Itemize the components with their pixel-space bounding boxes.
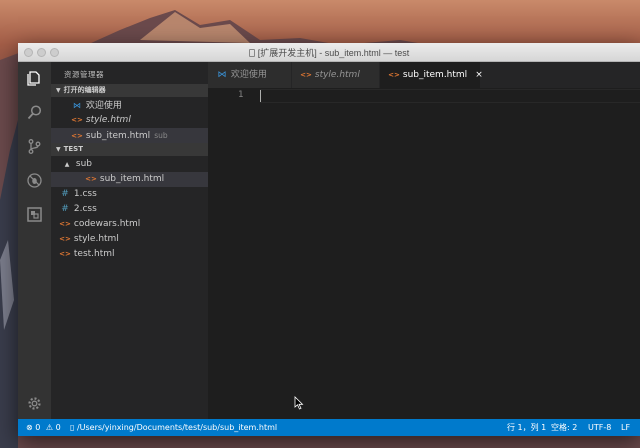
search-icon[interactable] (26, 104, 43, 121)
document-icon (248, 49, 255, 57)
html-icon: <> (85, 175, 97, 183)
open-editors-header[interactable]: ▼ 打开的编辑器 (51, 84, 208, 97)
tree-item-file[interactable]: # 1.css (51, 187, 208, 202)
window-title-text: [扩展开发主机] - sub_item.html — test (257, 48, 410, 58)
css-icon: # (61, 204, 69, 214)
tree-item-file[interactable]: <> test.html (51, 247, 208, 262)
open-editor-folder-hint: sub (154, 131, 168, 140)
tab-sub-item-html[interactable]: <> sub_item.html × (380, 62, 483, 88)
text-cursor (260, 90, 261, 102)
indentation-setting[interactable]: 空格: 2 (551, 419, 577, 436)
explorer-title: 资源管理器 (64, 70, 104, 79)
error-icon: ⊗ (26, 423, 33, 432)
tree-item-file[interactable]: <> codewars.html (51, 217, 208, 232)
tree-item-folder[interactable]: ▲ sub (51, 157, 208, 172)
tree-item-file[interactable]: # 2.css (51, 202, 208, 217)
css-icon: # (61, 189, 69, 199)
chevron-down-icon: ▼ (56, 87, 61, 94)
open-editor-item[interactable]: <> sub_item.html sub (51, 128, 208, 143)
warning-icon: ⚠ (45, 423, 54, 432)
open-editor-item[interactable]: ⋈ 欢迎使用 (51, 98, 208, 113)
code-editor[interactable]: 1 (208, 88, 640, 419)
title-bar: [扩展开发主机] - sub_item.html — test (18, 43, 640, 62)
vscode-icon: ⋈ (73, 101, 81, 110)
line-ending-setting[interactable]: LF (621, 419, 630, 436)
status-bar: ⊗ 0 ⚠ 0 ▯ /Users/yinxing/Documents/test/… (18, 419, 640, 436)
debug-icon[interactable] (26, 172, 43, 189)
html-icon: <> (71, 132, 83, 140)
html-icon: <> (71, 116, 83, 124)
files-icon[interactable] (26, 70, 43, 87)
tab-style-html[interactable]: <> style.html (292, 62, 379, 88)
html-icon: <> (59, 220, 71, 228)
problems-indicator[interactable]: ⊗ 0 ⚠ 0 (26, 419, 61, 436)
window-title: [扩展开发主机] - sub_item.html — test (18, 46, 640, 59)
current-line-highlight (260, 89, 640, 103)
close-tab-icon[interactable]: × (475, 62, 483, 88)
cursor-position[interactable]: 行 1，列 1 (507, 419, 546, 436)
file-path-indicator[interactable]: ▯ /Users/yinxing/Documents/test/sub/sub_… (70, 419, 277, 436)
source-control-icon[interactable] (26, 138, 43, 155)
document-icon: ▯ (70, 423, 75, 432)
open-editor-item[interactable]: <> style.html (51, 113, 208, 128)
extensions-icon[interactable] (26, 206, 43, 223)
explorer-sidebar: 资源管理器 ▼ 打开的编辑器 ⋈ 欢迎使用 <> style.html <> su… (51, 62, 208, 419)
activity-bar (18, 62, 51, 419)
folder-open-icon: ▲ (64, 161, 70, 168)
line-number: 1 (238, 90, 244, 100)
html-icon: <> (388, 71, 400, 79)
html-icon: <> (300, 71, 312, 79)
tree-item-file[interactable]: <> sub_item.html (51, 172, 208, 187)
mouse-pointer-icon (294, 396, 304, 410)
chevron-down-icon: ▼ (56, 146, 61, 153)
html-icon: <> (59, 250, 71, 258)
editor-tab-bar: ⋈ 欢迎使用 <> style.html <> sub_item.html × (208, 62, 640, 88)
encoding-setting[interactable]: UTF-8 (588, 419, 611, 436)
tree-item-file[interactable]: <> style.html (51, 232, 208, 247)
html-icon: <> (59, 235, 71, 243)
folder-header-test[interactable]: ▼ TEST (51, 143, 208, 156)
tab-welcome[interactable]: ⋈ 欢迎使用 (208, 62, 291, 88)
vscode-window: [扩展开发主机] - sub_item.html — test 资源管理器 ▼ … (18, 43, 640, 436)
vscode-icon: ⋈ (217, 70, 227, 80)
settings-gear-icon[interactable] (26, 395, 43, 412)
